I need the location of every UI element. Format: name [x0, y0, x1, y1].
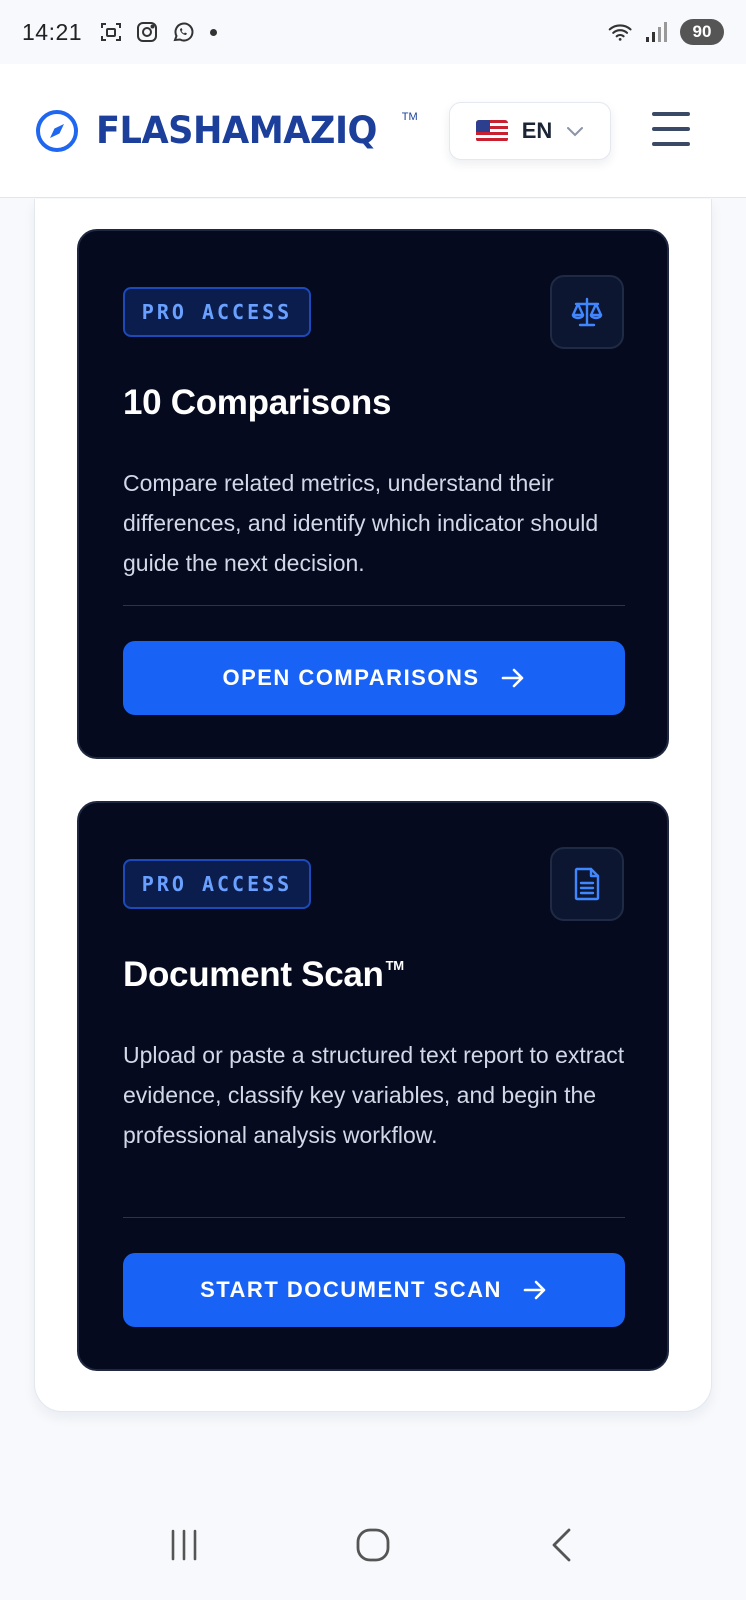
back-button[interactable]	[532, 1515, 592, 1575]
recent-apps-button[interactable]	[154, 1515, 214, 1575]
instagram-icon	[134, 19, 160, 45]
chevron-down-icon	[567, 127, 584, 137]
wifi-icon	[608, 19, 634, 45]
pro-access-badge: PRO ACCESS	[123, 859, 311, 909]
whatsapp-icon	[170, 19, 196, 45]
brand-name: FLASHAMAZIQ	[96, 109, 377, 152]
status-bar: 14:21 90	[0, 0, 746, 64]
document-icon	[550, 847, 624, 921]
us-flag-icon	[475, 120, 508, 142]
menu-line	[652, 127, 690, 131]
home-icon	[356, 1528, 390, 1562]
menu-button[interactable]	[652, 112, 690, 146]
menu-line	[652, 142, 690, 146]
document-scan-card: PRO ACCESS Document Scan TM Upload or pas…	[77, 801, 669, 1371]
menu-line	[652, 112, 690, 116]
card-title-text: Document Scan	[123, 955, 384, 994]
card-description: Compare related metrics, understand thei…	[123, 470, 599, 576]
notification-dot	[210, 28, 218, 36]
arrow-right-icon	[501, 668, 523, 688]
card-divider	[123, 1217, 625, 1218]
pro-access-badge: PRO ACCESS	[123, 287, 311, 337]
back-icon	[552, 1528, 571, 1562]
site-header: FLASHAMAZIQ TM EN	[0, 64, 746, 198]
battery-indicator: 90	[680, 19, 724, 45]
button-label: OPEN COMPARISONS	[222, 665, 480, 690]
signal-icon	[644, 19, 670, 45]
arrow-right-icon	[523, 1280, 546, 1300]
language-selector[interactable]: EN	[449, 102, 611, 160]
card-title: Document Scan TM	[123, 955, 404, 995]
card-description: Upload or paste a structured text report…	[123, 1042, 625, 1148]
comparisons-card: PRO ACCESS 10 Comparisons Compare relate…	[77, 229, 669, 759]
card-title: 10 Comparisons	[123, 383, 393, 423]
home-button[interactable]	[343, 1515, 403, 1575]
status-time: 14:21	[22, 18, 83, 45]
status-left: 14:21	[22, 18, 218, 46]
scale-icon	[550, 275, 624, 349]
button-label: START DOCUMENT SCAN	[200, 1277, 502, 1302]
system-navigation-bar	[0, 1490, 746, 1600]
language-label: EN	[521, 118, 553, 143]
card-title-text: 10 Comparisons	[123, 383, 392, 422]
open-comparisons-button[interactable]: OPEN COMPARISONS	[123, 641, 625, 715]
compass-icon	[36, 109, 78, 152]
brand-trademark: TM	[401, 110, 418, 123]
screenshot-icon	[98, 19, 124, 45]
recent-apps-icon	[172, 1529, 197, 1561]
title-trademark: TM	[385, 958, 404, 973]
brand-logo[interactable]: FLASHAMAZIQ TM	[34, 108, 418, 154]
status-right: 90	[608, 19, 724, 45]
card-divider	[123, 605, 625, 606]
start-document-scan-button[interactable]: START DOCUMENT SCAN	[123, 1253, 625, 1327]
